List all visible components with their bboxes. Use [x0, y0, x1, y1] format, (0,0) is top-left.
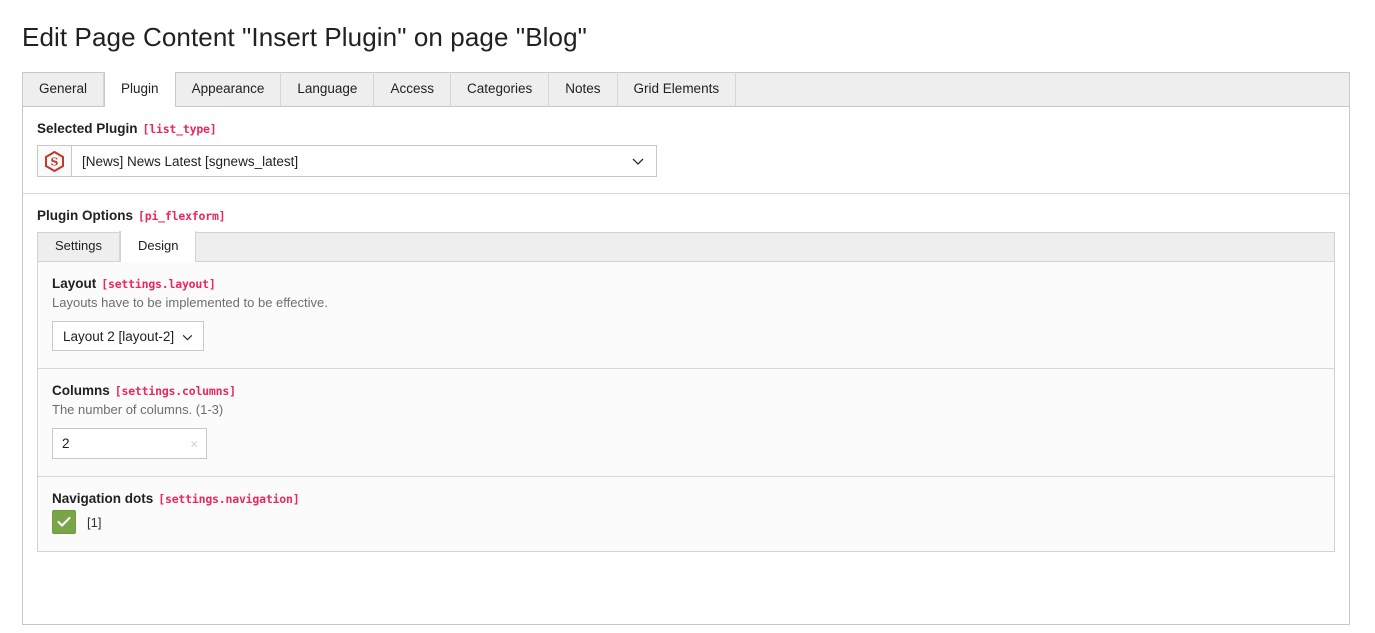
selected-plugin-input-group: S [News] News Latest [sgnews_latest]	[37, 145, 657, 177]
navigation-label: Navigation dots [settings.navigation]	[52, 491, 1320, 506]
main-tabbar: General Plugin Appearance Language Acces…	[23, 73, 1349, 107]
layout-value: Layout 2 [layout-2]	[63, 329, 174, 344]
chevron-down-icon	[182, 329, 193, 344]
columns-help: The number of columns. (1-3)	[52, 402, 1320, 417]
svg-text:S: S	[51, 155, 59, 168]
plugin-options-code: [pi_flexform]	[138, 209, 225, 223]
columns-value: 2	[62, 436, 70, 451]
design-tab-panel: Layout [settings.layout] Layouts have to …	[37, 262, 1335, 552]
layout-section: Layout [settings.layout] Layouts have to …	[38, 262, 1334, 369]
tab-settings[interactable]: Settings	[38, 231, 120, 261]
clear-icon[interactable]: ×	[190, 437, 198, 450]
tab-access[interactable]: Access	[374, 72, 451, 106]
selected-plugin-block: Selected Plugin [list_type] S [News] News…	[23, 107, 1349, 194]
layout-label: Layout [settings.layout]	[52, 276, 1320, 291]
columns-input[interactable]: 2 ×	[52, 428, 207, 459]
page-title: Edit Page Content "Insert Plugin" on pag…	[0, 0, 1375, 53]
tab-categories[interactable]: Categories	[451, 72, 549, 106]
layout-select[interactable]: Layout 2 [layout-2]	[52, 321, 204, 351]
tab-grid-elements[interactable]: Grid Elements	[618, 72, 737, 106]
navigation-checkbox-row: [1]	[52, 510, 1320, 534]
plugin-options-label: Plugin Options [pi_flexform]	[37, 208, 1335, 223]
selected-plugin-value: [News] News Latest [sgnews_latest]	[82, 154, 298, 169]
tab-plugin[interactable]: Plugin	[104, 72, 176, 107]
columns-section: Columns [settings.columns] The number of …	[38, 369, 1334, 477]
tab-appearance[interactable]: Appearance	[176, 72, 282, 106]
layout-code: [settings.layout]	[101, 277, 215, 291]
tab-general[interactable]: General	[23, 72, 104, 106]
navigation-label-text: Navigation dots	[52, 491, 153, 506]
columns-label: Columns [settings.columns]	[52, 383, 1320, 398]
selected-plugin-label-text: Selected Plugin	[37, 121, 138, 136]
tab-design[interactable]: Design	[120, 231, 196, 262]
layout-help: Layouts have to be implemented to be eff…	[52, 295, 1320, 310]
navigation-section: Navigation dots [settings.navigation] [1]	[38, 477, 1334, 551]
chevron-down-icon	[632, 154, 644, 169]
edit-form-frame: General Plugin Appearance Language Acces…	[22, 72, 1350, 625]
plugin-options-block: Plugin Options [pi_flexform] Settings Des…	[23, 194, 1349, 568]
navigation-checkbox-label: [1]	[87, 515, 101, 530]
layout-label-text: Layout	[52, 276, 96, 291]
tab-notes[interactable]: Notes	[549, 72, 617, 106]
selected-plugin-select[interactable]: [News] News Latest [sgnews_latest]	[71, 145, 657, 177]
flexform-tabbar: Settings Design	[37, 232, 1335, 262]
selected-plugin-code: [list_type]	[143, 122, 217, 136]
sgnews-hexagon-icon: S	[37, 145, 71, 177]
selected-plugin-label: Selected Plugin [list_type]	[37, 121, 1335, 136]
navigation-checkbox[interactable]	[52, 510, 76, 534]
tab-language[interactable]: Language	[281, 72, 374, 106]
columns-label-text: Columns	[52, 383, 110, 398]
plugin-tab-body: Selected Plugin [list_type] S [News] News…	[23, 107, 1349, 568]
columns-code: [settings.columns]	[115, 384, 236, 398]
tabbar-filler	[736, 72, 1349, 106]
check-icon	[57, 516, 71, 528]
plugin-options-label-text: Plugin Options	[37, 208, 133, 223]
navigation-code: [settings.navigation]	[158, 492, 299, 506]
